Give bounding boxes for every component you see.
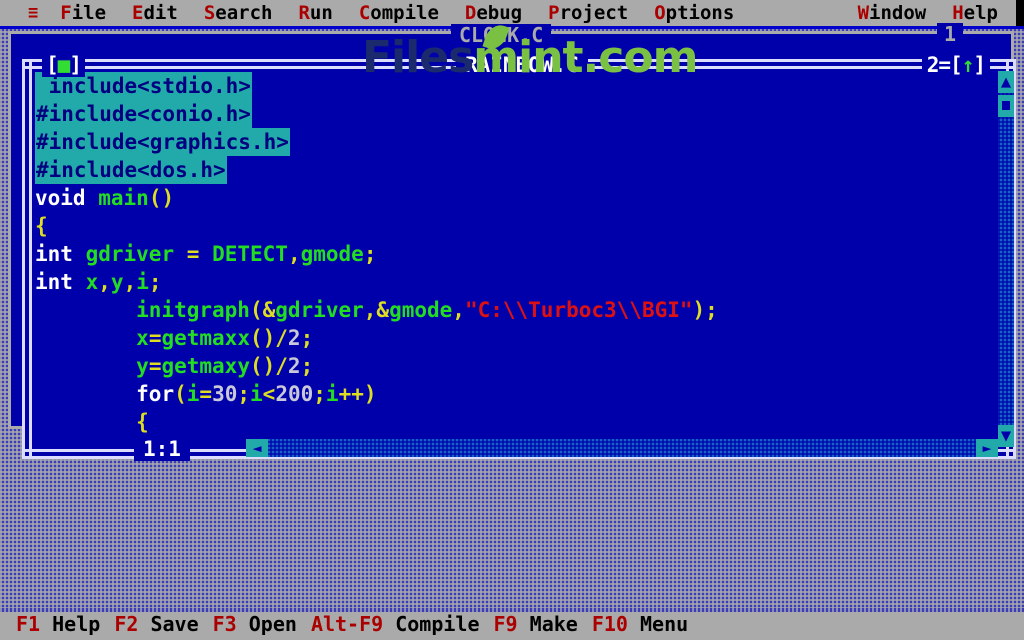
status-label: Open (236, 612, 297, 636)
menu-item-run[interactable]: Run (298, 2, 332, 24)
menu-item-file[interactable]: File (60, 2, 106, 24)
zoom-bracket-left: =[ (938, 53, 962, 77)
menu-label: elp (963, 2, 998, 24)
menu-label: dit (143, 2, 178, 24)
code-line: #include<graphics.h> (33, 128, 1003, 156)
menu-label: ptions (665, 2, 735, 24)
code-line: for(i=30;i<200;i++) (136, 382, 377, 406)
status-item-save[interactable]: F2 Save (114, 612, 198, 636)
status-label: Compile (383, 612, 480, 636)
window2-border-left-outer (22, 59, 25, 459)
menu-item-options[interactable]: Options (654, 2, 734, 24)
vertical-scrollbar-thumb[interactable] (998, 95, 1014, 117)
menu-hotkey: W (857, 2, 870, 24)
menu-label: ebug (476, 2, 523, 24)
window2-border-left-inner (29, 59, 32, 459)
menu-label: indow (869, 2, 927, 24)
menu-hotkey: S (203, 2, 216, 24)
status-label: Make (517, 612, 578, 636)
code-line: initgraph(&gdriver,&gmode,"C:\\Turboc3\\… (136, 298, 718, 322)
watermark-text-b: mint.com (473, 32, 698, 83)
status-item-make[interactable]: F9 Make (494, 612, 578, 636)
window2-number: 2 (926, 53, 940, 77)
menu-hotkey: P (548, 2, 560, 24)
scroll-left-arrow-icon[interactable]: ◄ (246, 439, 268, 457)
scroll-down-arrow-icon[interactable]: ▼ (998, 425, 1014, 447)
desktop-background: CLOCK.C 1 [■] RAINBOW.C 2=[↑] include<st… (0, 23, 1024, 608)
code-line: { (136, 410, 149, 434)
menu-item-debug[interactable]: Debug (465, 2, 522, 24)
status-key: F1 (16, 612, 41, 636)
close-icon: ■ (57, 53, 71, 77)
maximize-icon: ↑ (961, 53, 975, 77)
code-line: int gdriver = DETECT,gmode; (35, 242, 377, 266)
watermark-text-a: Files (362, 32, 474, 83)
scroll-up-arrow-icon[interactable]: ▲ (998, 71, 1014, 93)
status-key: F2 (114, 612, 139, 636)
menu-bar-right-cap (1016, 0, 1024, 26)
menu-hotkey: E (132, 2, 144, 24)
window-close-box[interactable]: [■] (42, 53, 85, 77)
editor-window-rainbow-c[interactable]: [■] RAINBOW.C 2=[↑] include<stdio.h> #in… (22, 53, 1016, 461)
zoom-bracket-right: ] (973, 53, 986, 77)
menu-label: ile (71, 2, 107, 24)
menu-label: ompile (370, 2, 439, 24)
menu-item-window[interactable]: Window (858, 2, 927, 24)
status-item-menu[interactable]: F10 Menu (592, 612, 688, 636)
watermark-filesmint: Filesmint.com (362, 21, 698, 80)
code-line-text: #include<dos.h> (35, 156, 227, 184)
status-item-help[interactable]: F1 Help (16, 612, 100, 636)
menu-label: un (309, 2, 333, 24)
code-line: x=getmaxx()/2; (136, 326, 314, 350)
menu-hotkey: H (952, 2, 964, 24)
status-bar-top-edge (0, 608, 1024, 612)
cursor-position-indicator: 1:1 (134, 437, 190, 461)
status-label: Help (40, 612, 101, 636)
menu-item-compile[interactable]: Compile (359, 2, 439, 24)
code-line: y=getmaxy()/2; (136, 354, 314, 378)
status-key: F3 (212, 612, 237, 636)
menu-item-help[interactable]: Help (952, 2, 998, 24)
close-bracket-right: ] (69, 53, 82, 77)
system-menu-icon[interactable]: ≡ (28, 3, 38, 23)
close-bracket-left: [ (46, 53, 59, 77)
status-item-compile[interactable]: Alt-F9 Compile (311, 612, 480, 636)
menu-hotkey: F (60, 2, 72, 24)
status-label: Save (138, 612, 199, 636)
status-key: F9 (493, 612, 518, 636)
status-bar: F1 Help F2 Save F3 Open Alt-F9 Compile F… (0, 608, 1024, 640)
menu-item-search[interactable]: Search (204, 2, 273, 24)
status-key: F10 (591, 612, 628, 636)
vertical-scrollbar[interactable]: ▲ ▼ (998, 71, 1014, 447)
status-label: Menu (627, 612, 689, 636)
turbo-c-ide-window: ≡ File Edit Search Run Compile Debug Pro… (0, 0, 1024, 640)
window1-number: 1 (936, 23, 963, 45)
horizontal-scrollbar[interactable]: ◄ ► (246, 439, 998, 457)
status-key: Alt-F9 (310, 612, 384, 636)
code-line-text: #include<conio.h> (35, 100, 252, 128)
menu-label: roject (559, 2, 629, 24)
menu-hotkey: C (358, 2, 371, 24)
menu-item-edit[interactable]: Edit (132, 2, 178, 24)
code-line: int x,y,i; (35, 270, 162, 294)
window2-number-and-zoom[interactable]: 2=[↑] (921, 53, 990, 77)
menu-label: earch (215, 2, 273, 24)
code-line: void main() (35, 186, 175, 210)
menu-hotkey: O (654, 2, 666, 24)
menu-item-project[interactable]: Project (548, 2, 628, 24)
menu-hotkey: D (464, 2, 477, 24)
status-item-open[interactable]: F3 Open (213, 612, 297, 636)
code-line: { (35, 214, 48, 238)
menu-hotkey: R (298, 2, 310, 24)
code-line: #include<dos.h> (33, 156, 1003, 184)
scroll-right-arrow-icon[interactable]: ► (976, 439, 998, 457)
code-line: #include<conio.h> (33, 100, 1003, 128)
code-line-text: #include<graphics.h> (35, 128, 290, 156)
code-editor-area[interactable]: include<stdio.h> #include<conio.h> #incl… (33, 72, 1003, 447)
